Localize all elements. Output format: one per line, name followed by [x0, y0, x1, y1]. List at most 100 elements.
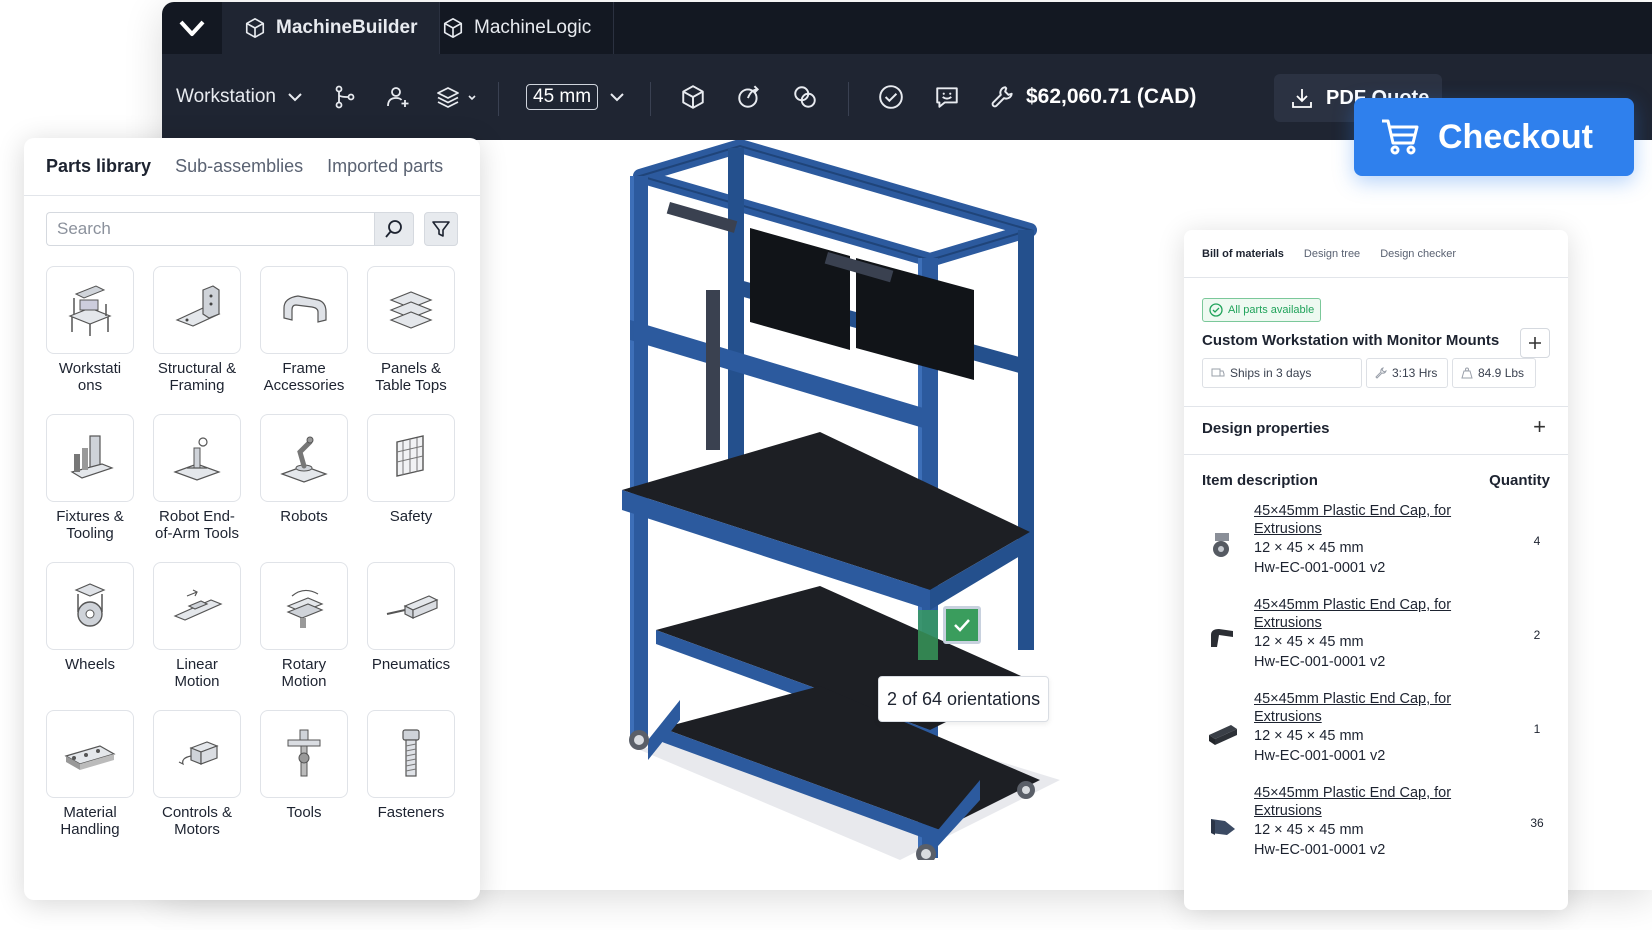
category-structural-framing[interactable]: Structural & Framing [153, 266, 241, 404]
category-workstations[interactable]: Workstati ons [46, 266, 134, 404]
comment-button[interactable] [934, 54, 960, 140]
checkout-button[interactable]: Checkout [1354, 98, 1634, 176]
category-tile[interactable] [367, 266, 455, 354]
filter-button[interactable] [424, 212, 458, 246]
bom-item[interactable]: 45×45mm Plastic End Cap, for Extrusions … [1202, 502, 1552, 592]
plus-icon[interactable]: + [1533, 414, 1546, 440]
checkmark-icon [954, 619, 970, 632]
pneumatic-cylinder-icon [386, 595, 439, 619]
category-tile[interactable] [46, 266, 134, 354]
category-grid: Workstati ons Structural & Framing Frame… [46, 266, 458, 848]
design-properties-heading[interactable]: Design properties [1202, 420, 1330, 437]
workstation-dropdown[interactable]: Workstation [176, 54, 304, 140]
category-label: Material Handling [60, 804, 120, 838]
end-cap-thumbnail [1202, 712, 1242, 752]
category-tile[interactable] [260, 562, 348, 650]
category-tile[interactable] [367, 562, 455, 650]
add-design-button[interactable] [1520, 328, 1550, 358]
unit-size-dropdown[interactable]: 45 mm [526, 54, 626, 140]
tab-machinebuilder[interactable]: MachineBuilder [222, 2, 441, 54]
category-linear-motion[interactable]: Linear Motion [153, 562, 241, 700]
branch-button[interactable] [334, 54, 356, 140]
category-tile[interactable] [153, 710, 241, 798]
category-tools[interactable]: Tools [260, 710, 348, 848]
category-tile[interactable] [46, 710, 134, 798]
category-robots[interactable]: Robots [260, 414, 348, 552]
category-tile[interactable] [153, 414, 241, 502]
tab-design-checker[interactable]: Design checker [1380, 248, 1456, 260]
tab-sub-assemblies[interactable]: Sub-assemblies [175, 156, 303, 177]
item-name-link[interactable]: 45×45mm Plastic End Cap, for Extrusions [1254, 596, 1494, 632]
category-tile[interactable] [153, 266, 241, 354]
structural-framing-icon [175, 285, 221, 327]
item-quantity: 4 [1533, 534, 1541, 548]
bom-item[interactable]: 45×45mm Plastic End Cap, for Extrusions … [1202, 784, 1552, 874]
category-tile[interactable] [46, 414, 134, 502]
category-panels-table-tops[interactable]: Panels & Table Tops [367, 266, 455, 404]
category-pneumatics[interactable]: Pneumatics [367, 562, 455, 700]
search-input[interactable] [46, 212, 374, 246]
orientation-text: 2 of 64 orientations [887, 688, 1041, 709]
intersect-button[interactable] [792, 54, 818, 140]
category-controls-motors[interactable]: Controls & Motors [153, 710, 241, 848]
orientation-check-icon[interactable] [943, 606, 981, 644]
check-design-button[interactable] [878, 54, 904, 140]
extrusion-part-icon [1209, 725, 1237, 745]
parts-library-panel: Parts library Sub-assemblies Imported pa… [24, 138, 480, 900]
item-name-link[interactable]: 45×45mm Plastic End Cap, for Extrusions [1254, 502, 1494, 538]
bom-item[interactable]: 45×45mm Plastic End Cap, for Extrusions … [1202, 596, 1552, 686]
tab-parts-library[interactable]: Parts library [46, 156, 151, 177]
category-tile[interactable] [260, 414, 348, 502]
category-tile[interactable] [260, 266, 348, 354]
tab-imported-parts[interactable]: Imported parts [327, 156, 443, 177]
tab-design-tree[interactable]: Design tree [1304, 248, 1360, 260]
cube-icon [245, 18, 265, 38]
workstation-model[interactable] [600, 140, 1070, 860]
item-name-link[interactable]: 45×45mm Plastic End Cap, for Extrusions [1254, 784, 1494, 820]
add-user-button[interactable] [386, 54, 410, 140]
category-fasteners[interactable]: Fasteners [367, 710, 455, 848]
category-tile[interactable] [367, 414, 455, 502]
price-display[interactable]: $62,060.71 (CAD) [990, 54, 1196, 140]
item-sku: Hw-EC-001-0001 v2 [1254, 842, 1386, 858]
item-name-link[interactable]: 45×45mm Plastic End Cap, for Extrusions [1254, 690, 1494, 726]
category-label: Fixtures & Tooling [56, 508, 124, 542]
motor-icon [178, 741, 219, 766]
bill-of-materials-panel: Bill of materials Design tree Design che… [1184, 230, 1568, 910]
category-wheels[interactable]: Wheels [46, 562, 134, 700]
category-label: Controls & Motors [161, 804, 233, 838]
category-tile[interactable] [46, 562, 134, 650]
availability-text: All parts available [1228, 304, 1315, 316]
category-tile[interactable] [260, 710, 348, 798]
category-safety[interactable]: Safety [367, 414, 455, 552]
end-effector-icon [173, 437, 221, 481]
view-3d-button[interactable] [680, 54, 706, 140]
bom-item[interactable]: 45×45mm Plastic End Cap, for Extrusions … [1202, 690, 1552, 780]
category-material-handling[interactable]: Material Handling [46, 710, 134, 848]
category-tile[interactable] [367, 710, 455, 798]
category-label: Pneumatics [371, 656, 451, 673]
tab-label: MachineLogic [474, 17, 592, 38]
category-tile[interactable] [153, 562, 241, 650]
category-frame-accessories[interactable]: Frame Accessories [260, 266, 348, 404]
category-label: Safety [389, 508, 433, 525]
category-label: Frame Accessories [263, 360, 345, 394]
category-label: Tools [286, 804, 322, 821]
item-sku: Hw-EC-001-0001 v2 [1254, 654, 1386, 670]
category-robot-end-of-arm-tools[interactable]: Robot End- of-Arm Tools [153, 414, 241, 552]
toolbar-divider [498, 82, 499, 116]
tab-machinelogic[interactable]: MachineLogic [420, 2, 615, 54]
availability-badge: All parts available [1202, 298, 1322, 322]
category-fixtures-tooling[interactable]: Fixtures & Tooling [46, 414, 134, 552]
cube-icon [682, 85, 704, 109]
app-logo[interactable] [162, 2, 222, 54]
caster-part-icon [1213, 533, 1229, 557]
tab-bill-of-materials[interactable]: Bill of materials [1202, 248, 1284, 260]
filter-icon [432, 221, 450, 237]
layers-dropdown[interactable] [436, 54, 478, 140]
search-button[interactable] [374, 212, 414, 246]
category-rotary-motion[interactable]: Rotary Motion [260, 562, 348, 700]
end-cap-thumbnail [1202, 524, 1242, 564]
item-quantity: 36 [1530, 816, 1544, 830]
rotate-button[interactable] [736, 54, 762, 140]
